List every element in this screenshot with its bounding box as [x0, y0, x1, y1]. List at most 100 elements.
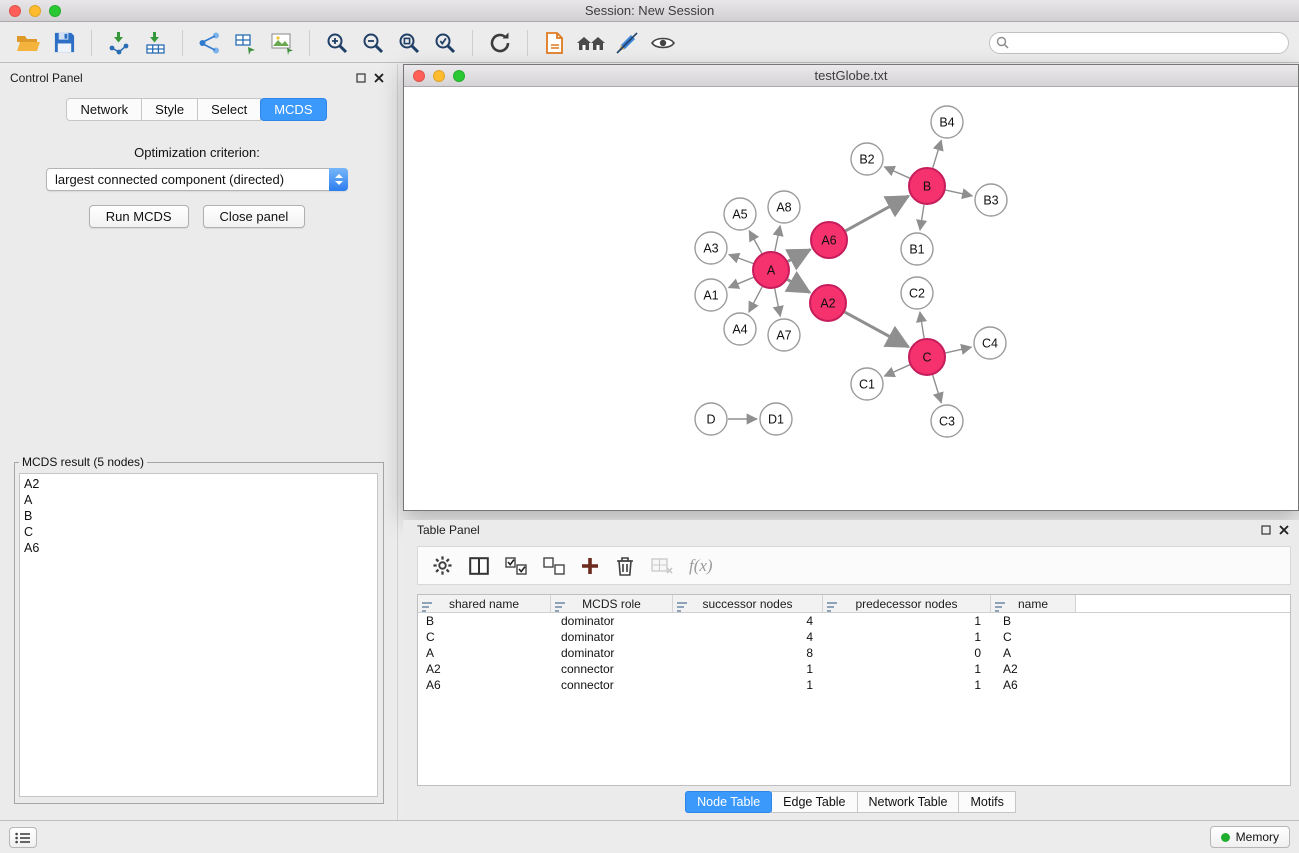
tab-motifs[interactable]: Motifs — [958, 791, 1015, 813]
search-input[interactable] — [989, 32, 1289, 54]
close-panel-icon[interactable] — [374, 73, 384, 83]
network-window-titlebar[interactable]: testGlobe.txt — [404, 65, 1298, 87]
create-column-button[interactable] — [581, 557, 599, 575]
apply-layout-button[interactable] — [482, 27, 518, 59]
open-session-button[interactable] — [10, 27, 46, 59]
graph-edge-B-B4[interactable] — [933, 140, 942, 168]
delete-column-button[interactable] — [615, 555, 635, 577]
table-row[interactable]: Adominator80A — [418, 645, 1290, 661]
open-document-button[interactable] — [537, 27, 573, 59]
zoom-network-window-button[interactable] — [453, 70, 465, 82]
network-canvas[interactable]: AA1A2A3A4A5A6A7A8BB1B2B3B4CC1C2C3C4DD1 — [404, 88, 1298, 510]
graph-edge-A-A7[interactable] — [775, 289, 781, 317]
show-columns-button[interactable] — [469, 557, 489, 575]
column-header-mcds-role[interactable]: MCDS role — [551, 595, 673, 612]
control-panel-title: Control Panel — [10, 71, 356, 85]
table-settings-button[interactable] — [432, 555, 453, 576]
node-table-header: shared name MCDS role successor nodes pr… — [418, 595, 1290, 613]
close-network-window-button[interactable] — [413, 70, 425, 82]
close-window-button[interactable] — [9, 5, 21, 17]
graph-edge-B-B2[interactable] — [884, 167, 909, 178]
graph-node-label: D — [706, 413, 715, 427]
fullscreen-window-button[interactable] — [49, 5, 61, 17]
zoom-fit-button[interactable] — [391, 27, 427, 59]
table-row[interactable]: A6connector11A6 — [418, 677, 1290, 693]
import-network-button[interactable] — [101, 27, 137, 59]
table-row[interactable]: Bdominator41B — [418, 613, 1290, 629]
graph-edge-A2-C[interactable] — [845, 312, 909, 347]
tab-node-table[interactable]: Node Table — [685, 791, 772, 813]
criterion-select[interactable]: largest connected component (directed) — [46, 168, 348, 191]
delete-table-icon — [651, 557, 673, 575]
graph-node-label: A8 — [776, 201, 791, 215]
new-network-button[interactable] — [192, 27, 228, 59]
mcds-result-item[interactable]: A6 — [20, 540, 377, 556]
export-table-button[interactable] — [228, 27, 264, 59]
zoom-in-button[interactable] — [319, 27, 355, 59]
run-mcds-button[interactable]: Run MCDS — [89, 205, 189, 228]
zoom-selected-button[interactable] — [427, 27, 463, 59]
table-cell: 8 — [673, 645, 823, 661]
save-session-button[interactable] — [46, 27, 82, 59]
graph-edge-C-C1[interactable] — [884, 365, 909, 376]
column-header-shared-name[interactable]: shared name — [418, 595, 551, 612]
deselect-all-button[interactable] — [543, 557, 565, 575]
float-table-panel-icon[interactable] — [1261, 525, 1271, 535]
tab-mcds[interactable]: MCDS — [260, 98, 326, 121]
graph-edge-C-C3[interactable] — [933, 375, 942, 403]
table-cell: 1 — [673, 661, 823, 677]
graph-edge-B-B3[interactable] — [946, 190, 973, 196]
mcds-result-list[interactable]: A2ABCA6 — [19, 473, 378, 797]
tab-style[interactable]: Style — [141, 98, 198, 121]
sort-icon — [827, 599, 837, 617]
graph-edge-A-A5[interactable] — [749, 231, 762, 254]
column-header-label: predecessor nodes — [855, 597, 957, 611]
tab-edge-table[interactable]: Edge Table — [771, 791, 857, 813]
column-header-successor-nodes[interactable]: successor nodes — [673, 595, 823, 612]
close-table-panel-icon[interactable] — [1279, 525, 1289, 535]
app-titlebar: Session: New Session — [0, 0, 1299, 22]
close-panel-button[interactable]: Close panel — [203, 205, 306, 228]
mcds-result-item[interactable]: A2 — [20, 476, 377, 492]
mcds-result-item[interactable]: A — [20, 492, 377, 508]
eye-icon — [650, 31, 676, 55]
sort-icon — [555, 599, 565, 617]
float-panel-icon[interactable] — [356, 73, 366, 83]
toolbar-separator — [472, 30, 473, 56]
table-row[interactable]: Cdominator41C — [418, 629, 1290, 645]
graph-edge-A-A2[interactable] — [787, 280, 809, 293]
control-panel: Control Panel Network Style Select MCDS … — [0, 68, 394, 820]
annotation-mode-button[interactable] — [609, 27, 645, 59]
graph-edge-B-B1[interactable] — [920, 205, 924, 230]
zoom-out-button[interactable] — [355, 27, 391, 59]
show-hide-button[interactable] — [645, 27, 681, 59]
show-panels-button[interactable] — [9, 827, 37, 848]
mcds-result-item[interactable]: C — [20, 524, 377, 540]
table-row[interactable]: A2connector11A2 — [418, 661, 1290, 677]
select-all-button[interactable] — [505, 557, 527, 575]
tab-network-table[interactable]: Network Table — [857, 791, 960, 813]
graph-edge-C-C2[interactable] — [920, 312, 924, 338]
graph-edge-A6-B[interactable] — [846, 196, 909, 231]
graph-edge-C-C4[interactable] — [946, 347, 972, 353]
minimize-window-button[interactable] — [29, 5, 41, 17]
graph-edge-A-A8[interactable] — [775, 226, 780, 252]
mcds-result-item[interactable]: B — [20, 508, 377, 524]
function-builder-button[interactable]: f(x) — [689, 556, 713, 576]
toolbar-separator — [182, 30, 183, 56]
graph-edge-A-A3[interactable] — [729, 255, 753, 264]
refresh-icon — [488, 31, 512, 55]
graph-edge-A-A1[interactable] — [729, 277, 754, 287]
graph-edge-A-A6[interactable] — [788, 250, 810, 262]
tab-network[interactable]: Network — [66, 98, 142, 121]
first-neighbors-button[interactable] — [573, 27, 609, 59]
graph-edge-A-A4[interactable] — [749, 287, 762, 312]
export-image-button[interactable] — [264, 27, 300, 59]
column-header-predecessor-nodes[interactable]: predecessor nodes — [823, 595, 991, 612]
panel-divider[interactable] — [397, 64, 398, 820]
minimize-network-window-button[interactable] — [433, 70, 445, 82]
import-table-button[interactable] — [137, 27, 173, 59]
tab-select[interactable]: Select — [197, 98, 261, 121]
column-header-name[interactable]: name — [991, 595, 1076, 612]
memory-button[interactable]: Memory — [1210, 826, 1290, 848]
